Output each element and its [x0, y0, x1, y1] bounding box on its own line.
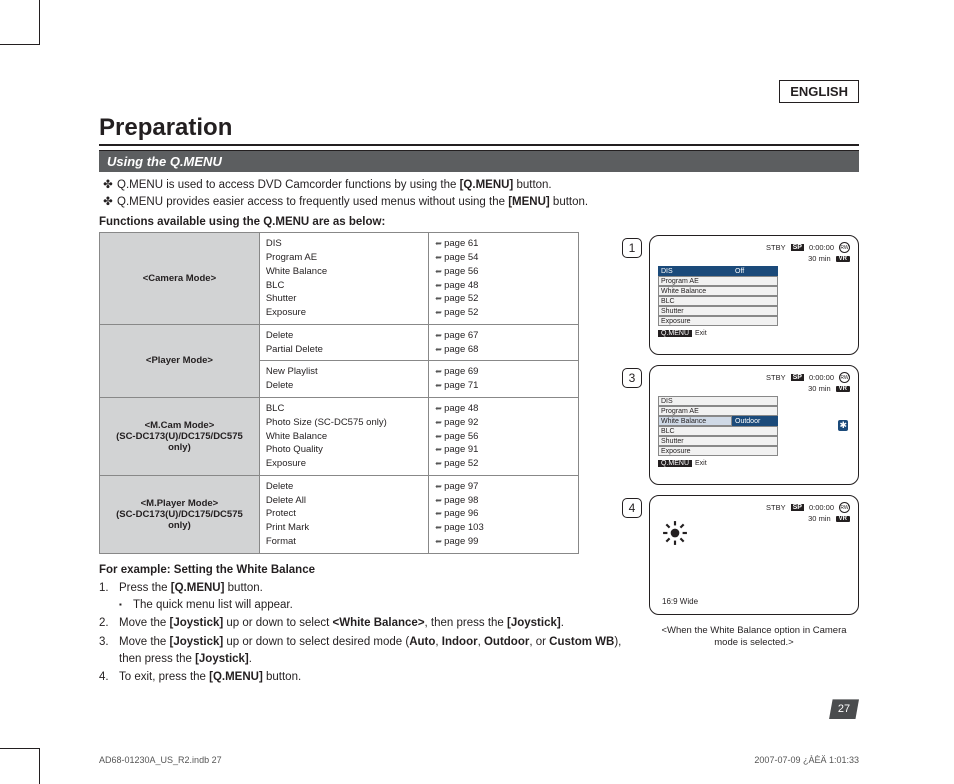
page-content: ENGLISH Preparation Using the Q.MENU ✤Q.…: [99, 80, 859, 686]
pages-cell: page 61page 54page 56page 48page 52page …: [429, 233, 579, 325]
language-badge: ENGLISH: [779, 80, 859, 103]
items-cell: DISProgram AEWhite BalanceBLCShutterExpo…: [259, 233, 429, 325]
panel-1: 1 STBYSP0:00:00RW 30 minVR DISOff Progra…: [649, 235, 859, 355]
qmenu-list: DISOff Program AE White Balance BLC Shut…: [658, 266, 778, 326]
functions-heading: Functions available using the Q.MENU are…: [99, 216, 859, 228]
panels-caption: <When the White Balance option in Camera…: [649, 625, 859, 650]
page-title: Preparation: [99, 114, 859, 146]
panel-4: 4 STBYSP0:00:00RW 30 minVR 16:9 Wide: [649, 495, 859, 615]
outdoor-wb-icon: [662, 520, 688, 548]
example-steps: For example: Setting the White Balance 1…: [99, 562, 629, 687]
section-heading: Using the Q.MENU: [99, 150, 859, 172]
panel-3: 3 STBYSP0:00:00RW 30 minVR DIS Program A…: [649, 365, 859, 485]
disc-icon: RW: [839, 242, 850, 253]
print-footer: AD68-01230A_US_R2.indb 272007-07-09 ¿ÀÈÄ…: [99, 755, 859, 765]
functions-table: <Camera Mode> DISProgram AEWhite Balance…: [99, 232, 579, 553]
page-number: 27: [829, 699, 859, 719]
mode-cell: <M.Player Mode> (SC-DC173(U)/DC175/DC575…: [100, 475, 260, 553]
mode-cell: <Player Mode>: [100, 324, 260, 397]
panel-number: 1: [622, 238, 642, 258]
screen-panels: 1 STBYSP0:00:00RW 30 minVR DISOff Progra…: [649, 235, 859, 650]
sun-icon: ✱: [838, 420, 848, 431]
mode-cell: <Camera Mode>: [100, 233, 260, 325]
intro-bullets: ✤Q.MENU is used to access DVD Camcorder …: [99, 177, 859, 210]
mode-cell: <M.Cam Mode> (SC-DC173(U)/DC175/DC575 on…: [100, 398, 260, 476]
